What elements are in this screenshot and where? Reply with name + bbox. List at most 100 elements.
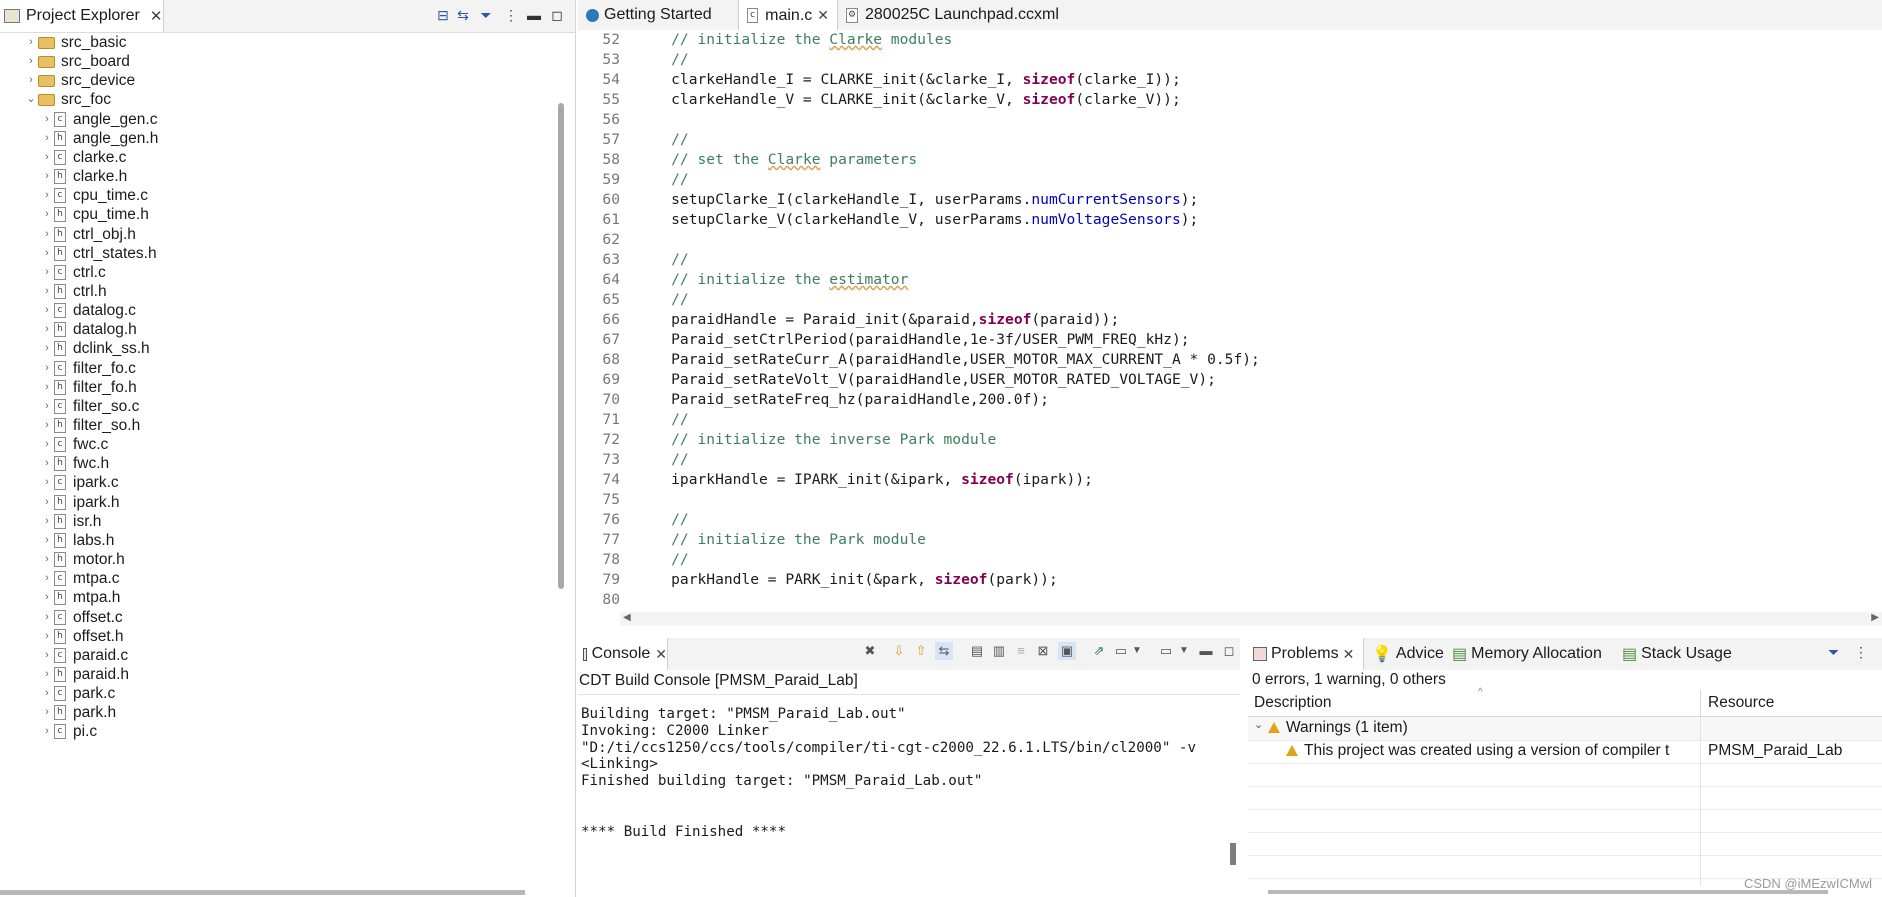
code-token: Clarke [767, 151, 821, 168]
close-icon[interactable]: ✕ [1343, 646, 1355, 663]
column-description[interactable]: Description [1254, 694, 1332, 712]
tab-memory-allocation[interactable]: ▤ Memory Allocation [1452, 638, 1602, 670]
tab-main-c[interactable]: c main.c ✕ [738, 0, 838, 31]
code-line[interactable]: 67 Paraid_setCtrlPeriod(paraidHandle,1e-… [578, 330, 1189, 350]
chevron-down-icon[interactable]: ▼ [1128, 642, 1146, 660]
tab-launchpad-ccxml[interactable]: ⚙ 280025C Launchpad.ccxml [838, 0, 1078, 30]
code-token: (clarke_I)); [1075, 71, 1181, 88]
code-line[interactable]: 60 setupClarke_I(clarkeHandle_I, userPar… [578, 190, 1198, 210]
maximize-icon[interactable]: ◻ [548, 6, 566, 24]
header-file-icon: h [54, 379, 66, 395]
c-file-icon: c [54, 724, 66, 740]
scroll-right-icon[interactable]: ▶ [1871, 612, 1879, 623]
code-token: // [636, 451, 689, 468]
chevron-down-icon[interactable]: ▼ [1175, 642, 1193, 660]
close-icon[interactable]: ✕ [817, 7, 829, 24]
code-line[interactable]: 74 iparkHandle = IPARK_init(&ipark, size… [578, 470, 1092, 490]
code-line[interactable]: 73 // [578, 450, 689, 470]
code-line[interactable]: 63 // [578, 250, 688, 270]
tab-getting-started[interactable]: Getting Started [578, 0, 738, 30]
code-line[interactable]: 56 [578, 110, 636, 130]
table-row[interactable]: This project was created using a version… [1248, 740, 1882, 764]
code-line[interactable]: 72 // initialize the inverse Park module [578, 430, 996, 450]
link-console-icon[interactable]: ⇆ [935, 642, 953, 660]
code-line[interactable]: 68 Paraid_setRateCurr_A(paraidHandle,USE… [578, 350, 1259, 370]
code-line[interactable]: 66 paraidHandle = Paraid_init(&paraid,si… [578, 310, 1119, 330]
column-divider [1700, 716, 1701, 886]
code-line[interactable]: 70 Paraid_setRateFreq_hz(paraidHandle,20… [578, 390, 1049, 410]
problems-icon [1253, 647, 1267, 661]
console-output[interactable]: CDT Build Console [PMSM_Paraid_Lab] Buil… [578, 670, 1240, 897]
tab-stack-usage[interactable]: ▤ Stack Usage [1622, 638, 1732, 670]
tree-file[interactable]: › c pi.c [40, 720, 97, 743]
code-editor[interactable]: 52 // initialize the Clarke modules 53 //… [578, 30, 1882, 610]
scrollbar[interactable] [1230, 843, 1236, 865]
close-icon[interactable]: ✕ [655, 646, 667, 663]
c-file-icon: c [54, 398, 66, 414]
project-explorer-panel: Project Explorer ✕ ⊟ ⇆ ⏷ ⋮ ▬ ◻ › src_basi… [0, 0, 576, 897]
scroll-lock-icon[interactable]: ▥ [990, 642, 1008, 660]
column-divider[interactable] [1700, 690, 1701, 716]
header-file-icon: h [54, 322, 66, 338]
view-menu-icon[interactable]: ⋮ [502, 6, 520, 24]
code-line[interactable]: 76 // [578, 510, 688, 530]
chevron-down-icon[interactable]: ⌄ [1254, 718, 1263, 731]
code-line[interactable]: 65 // [578, 290, 688, 310]
scrollbar[interactable] [558, 103, 564, 589]
code-token: // initialize the [636, 271, 830, 288]
maximize-icon[interactable]: ◻ [1220, 642, 1238, 660]
table-row[interactable]: ⌄ Warnings (1 item) [1248, 717, 1882, 741]
word-wrap-icon[interactable]: ≡ [1012, 642, 1030, 660]
editor-horizontal-scrollbar[interactable]: ◀ ▶ [620, 612, 1882, 626]
code-line[interactable]: 53 // [578, 50, 688, 70]
header-file-icon: h [54, 341, 66, 357]
horizontal-scrollbar[interactable] [0, 890, 525, 895]
code-line[interactable]: 79 parkHandle = PARK_init(&park, sizeof(… [578, 570, 1058, 590]
filter-icon[interactable]: ⏷ [477, 6, 495, 24]
code-line[interactable]: 77 // initialize the Park module [578, 530, 926, 550]
open-console-icon[interactable]: ⇗ [1090, 642, 1108, 660]
code-line[interactable]: 78 // [578, 550, 688, 570]
tab-advice-label: Advice [1395, 645, 1444, 662]
link-with-editor-icon[interactable]: ⇆ [454, 6, 472, 24]
code-line[interactable]: 54 clarkeHandle_I = CLARKE_init(&clarke_… [578, 70, 1181, 90]
collapse-all-icon[interactable]: ⊟ [434, 6, 452, 24]
tab-problems[interactable]: Problems ✕ [1248, 638, 1364, 670]
code-line[interactable]: 75 [578, 490, 636, 510]
header-file-icon: h [54, 494, 66, 510]
code-line[interactable]: 57 // [578, 130, 688, 150]
pin-console-icon[interactable]: ▣ [1058, 642, 1076, 660]
code-token: (park)); [987, 571, 1058, 588]
view-menu-icon[interactable]: ⋮ [1854, 644, 1868, 661]
tab-advice[interactable]: 💡 Advice [1372, 638, 1444, 670]
tab-project-explorer[interactable]: Project Explorer ✕ [0, 0, 164, 32]
chevron-right-icon[interactable]: › [40, 720, 54, 743]
code-line[interactable]: 62 [578, 230, 636, 250]
code-line[interactable]: 71 // [578, 410, 688, 430]
clear-console-icon[interactable]: ✖ [861, 642, 879, 660]
code-token: Clarke [829, 31, 883, 48]
minimize-icon[interactable]: ▬ [1197, 642, 1215, 660]
minimize-icon[interactable]: ▬ [525, 6, 543, 24]
code-line[interactable]: 59 // [578, 170, 688, 190]
code-line[interactable]: 80 [578, 590, 636, 610]
chevron-down-icon[interactable]: ⌄ [24, 88, 38, 111]
code-line[interactable]: 69 Paraid_setRateVolt_V(paraidHandle,USE… [578, 370, 1215, 390]
column-resource[interactable]: Resource [1708, 694, 1774, 712]
scroll-left-icon[interactable]: ◀ [623, 612, 631, 623]
line-number: 69 [602, 371, 620, 388]
copy-build-log-icon[interactable]: ▤ [968, 642, 986, 660]
code-line[interactable]: 55 clarkeHandle_V = CLARKE_init(&clarke_… [578, 90, 1180, 110]
remove-console-icon[interactable]: ⊠ [1034, 642, 1052, 660]
code-line[interactable]: 61 setupClarke_V(clarkeHandle_V, userPar… [578, 210, 1198, 230]
next-error-icon[interactable]: ⇩ [890, 642, 908, 660]
new-console-icon[interactable]: ▭ [1157, 642, 1175, 660]
code-line[interactable]: 52 // initialize the Clarke modules [578, 30, 952, 50]
previous-error-icon[interactable]: ⇧ [912, 642, 930, 660]
filter-icon[interactable]: ⏷ [1828, 644, 1839, 661]
close-icon[interactable]: ✕ [150, 7, 163, 25]
tab-console[interactable]: Console ✕ [578, 638, 668, 670]
code-line[interactable]: 58 // set the Clarke parameters [578, 150, 917, 170]
c-file-icon: c [54, 647, 66, 663]
code-line[interactable]: 64 // initialize the estimator [578, 270, 908, 290]
